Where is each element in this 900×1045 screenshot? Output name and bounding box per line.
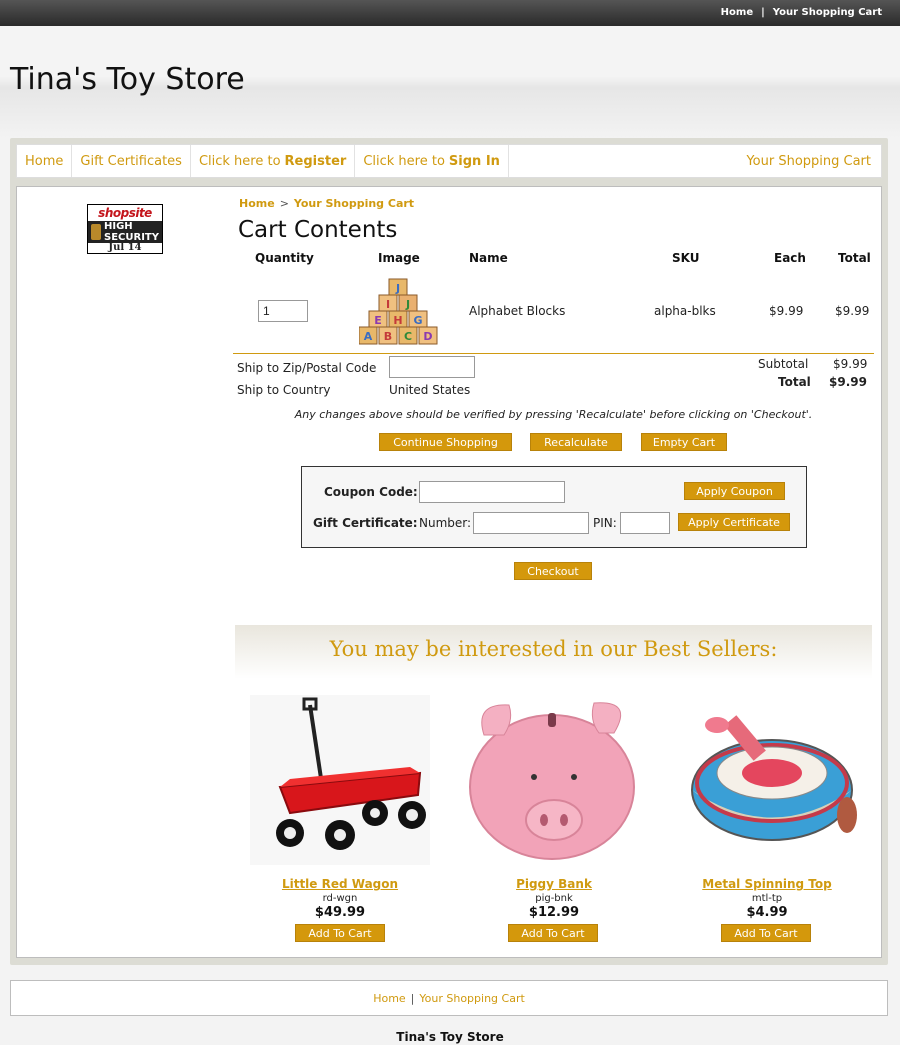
main-nav: Home Gift Certificates Click here to Regi…	[16, 144, 882, 178]
svg-text:C: C	[404, 330, 412, 343]
item-name: Alphabet Blocks	[469, 304, 566, 318]
topbar-home-link[interactable]: Home	[721, 7, 753, 18]
svg-text:D: D	[423, 330, 432, 343]
continue-shopping-button[interactable]: Continue Shopping	[379, 433, 512, 451]
col-header-image: Image	[378, 251, 420, 265]
product-sku-wagon: rd-wgn	[322, 893, 358, 904]
ship-country-label: Ship to Country	[237, 383, 331, 397]
add-to-cart-top-button[interactable]: Add To Cart	[721, 924, 811, 942]
add-to-cart-piggy-button[interactable]: Add To Cart	[508, 924, 598, 942]
footer-nav: Home | Your Shopping Cart	[10, 980, 888, 1016]
footer-separator: |	[410, 992, 415, 1005]
item-each-price: $9.99	[769, 304, 804, 318]
breadcrumb: Home > Your Shopping Cart	[239, 197, 414, 210]
security-badge[interactable]: shopsite HIGH SECURITY Jul 14	[87, 204, 163, 254]
top-bar: Home | Your Shopping Cart	[0, 0, 900, 26]
gift-number-input[interactable]	[473, 512, 589, 534]
coupon-code-input[interactable]	[419, 481, 565, 503]
svg-text:J: J	[405, 298, 410, 311]
recalculate-button[interactable]: Recalculate	[530, 433, 622, 451]
piggy-bank-image[interactable]	[464, 695, 644, 865]
product-price-wagon: $49.99	[314, 905, 366, 920]
nav-shopping-cart[interactable]: Your Shopping Cart	[738, 145, 881, 177]
product-name-piggy[interactable]: Piggy Bank	[464, 877, 644, 891]
nav-signin-prefix: Click here to	[363, 153, 445, 169]
gift-certificate-label: Gift Certificate:	[313, 516, 418, 530]
svg-text:G: G	[413, 314, 422, 327]
col-header-quantity: Quantity	[255, 251, 314, 265]
subtotal-label: Subtotal	[758, 357, 809, 371]
ship-country-value: United States	[389, 383, 471, 397]
topbar-cart-link[interactable]: Your Shopping Cart	[773, 7, 882, 18]
nav-signin-label: Sign In	[448, 153, 500, 169]
recalculate-note: Any changes above should be verified by …	[294, 408, 813, 421]
col-header-each: Each	[774, 251, 806, 265]
gift-pin-input[interactable]	[620, 512, 670, 534]
col-header-sku: SKU	[672, 251, 700, 265]
checkout-button[interactable]: Checkout	[514, 562, 592, 580]
add-to-cart-wagon-button[interactable]: Add To Cart	[295, 924, 385, 942]
topbar-separator: |	[761, 7, 765, 18]
quantity-input[interactable]	[258, 300, 308, 322]
bestsellers-title: You may be interested in our Best Seller…	[329, 637, 778, 661]
main-frame: Home Gift Certificates Click here to Regi…	[10, 138, 888, 965]
footer-store-name: Tina's Toy Store	[396, 1030, 504, 1044]
item-total-price: $9.99	[835, 304, 870, 318]
nav-register-label: Register	[284, 153, 347, 169]
item-sku: alpha-blks	[654, 304, 716, 318]
lock-icon	[91, 224, 101, 240]
page-title: Cart Contents	[238, 217, 398, 243]
badge-security: HIGH SECURITY	[88, 221, 162, 243]
nav-register-prefix: Click here to	[198, 153, 281, 169]
svg-text:A: A	[364, 330, 373, 343]
total-label: Total	[778, 375, 811, 389]
product-price-piggy: $12.99	[528, 905, 580, 920]
nav-home[interactable]: Home	[17, 145, 73, 177]
nav-register[interactable]: Click here to Register	[191, 145, 356, 177]
badge-brand: shopsite	[98, 206, 152, 220]
product-name-top[interactable]: Metal Spinning Top	[677, 877, 857, 891]
badge-line1: HIGH	[104, 221, 133, 232]
footer-home-link[interactable]: Home	[373, 992, 405, 1005]
nav-gift-certificates[interactable]: Gift Certificates	[72, 145, 191, 177]
little-red-wagon-image[interactable]	[250, 695, 430, 865]
col-header-total: Total	[838, 251, 871, 265]
product-name-wagon[interactable]: Little Red Wagon	[250, 877, 430, 891]
store-title: Tina's Toy Store	[10, 62, 245, 97]
svg-text:E: E	[374, 314, 382, 327]
svg-text:B: B	[384, 330, 392, 343]
breadcrumb-separator: >	[279, 197, 289, 210]
coupon-code-label: Coupon Code:	[324, 485, 418, 499]
divider	[233, 353, 874, 354]
alphabet-blocks-image[interactable]: J I J E H G A B C D	[359, 277, 439, 345]
ship-zip-input[interactable]	[389, 356, 475, 378]
ship-zip-label: Ship to Zip/Postal Code	[237, 361, 377, 375]
badge-date: Jul 14	[108, 242, 142, 253]
product-sku-piggy: pig-bnk	[535, 893, 573, 904]
svg-text:J: J	[395, 282, 400, 295]
nav-sign-in[interactable]: Click here to Sign In	[355, 145, 509, 177]
subtotal-value: $9.99	[833, 357, 868, 371]
gift-number-label: Number:	[419, 516, 472, 530]
gift-pin-label: PIN:	[593, 516, 617, 530]
svg-text:I: I	[386, 298, 390, 311]
breadcrumb-home[interactable]: Home	[239, 197, 275, 210]
empty-cart-button[interactable]: Empty Cart	[641, 433, 727, 451]
total-value: $9.99	[829, 375, 867, 389]
col-header-name: Name	[469, 251, 508, 265]
metal-spinning-top-image[interactable]	[677, 695, 857, 865]
footer-cart-link[interactable]: Your Shopping Cart	[419, 992, 524, 1005]
svg-text:H: H	[393, 314, 402, 327]
store-banner: Tina's Toy Store	[0, 26, 900, 138]
breadcrumb-current[interactable]: Your Shopping Cart	[294, 197, 414, 210]
product-price-top: $4.99	[746, 905, 788, 920]
coupon-panel: Coupon Code: Apply Coupon Gift Certifica…	[301, 466, 807, 548]
apply-coupon-button[interactable]: Apply Coupon	[684, 482, 785, 500]
content-panel: shopsite HIGH SECURITY Jul 14 Home > Your …	[16, 186, 882, 958]
apply-certificate-button[interactable]: Apply Certificate	[678, 513, 790, 531]
product-sku-top: mtl-tp	[751, 893, 783, 904]
